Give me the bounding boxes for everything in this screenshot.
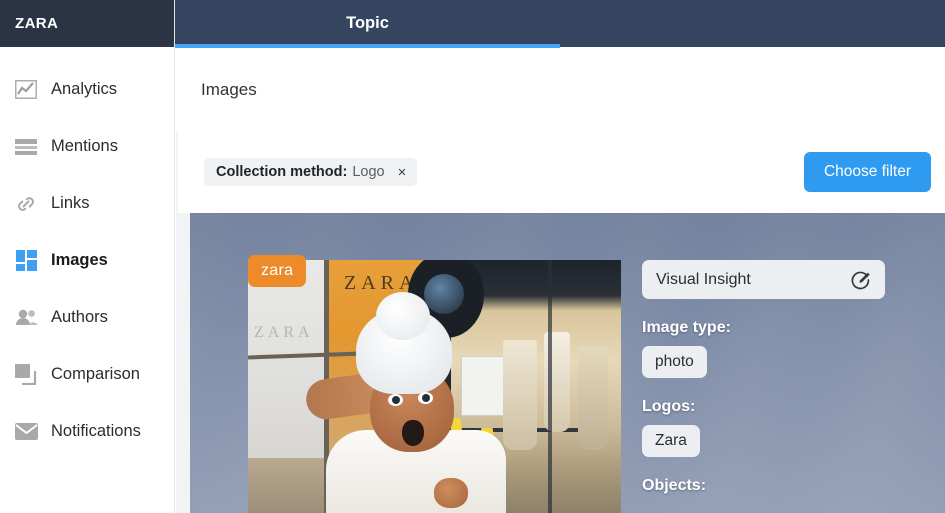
grid-tiles-icon [14,249,38,273]
visual-insight-panel: Visual Insight Image type: photo Logos: … [642,260,892,504]
sidebar-item-mentions[interactable]: Mentions [0,128,174,165]
choose-filter-button[interactable]: Choose filter [803,152,931,192]
insight-tag[interactable]: photo [642,346,707,378]
sidebar-item-notifications[interactable]: Notifications [0,413,174,450]
people-icon [14,306,38,330]
sidebar-item-label: Notifications [51,422,141,440]
filter-bar: Collection method: Logo × Choose filter [178,131,945,213]
filter-chip-value: Logo [352,164,385,180]
insight-field-objects: Objects: [642,477,892,495]
photo-scene: ZARA ZARA [248,260,621,513]
sidebar-item-links[interactable]: Links [0,185,174,222]
image-preview[interactable]: ZARA ZARA [248,260,621,513]
sidebar-item-analytics[interactable]: Analytics [0,71,174,108]
store-sign-board [461,356,505,416]
window-mullion [548,260,552,513]
hat-pompom [376,292,430,340]
filter-chip-key: Collection method: [216,164,348,180]
insight-field-label: Image type: [642,319,731,336]
insight-field-label: Logos: [642,398,696,415]
logo-detection-badge: zara [248,255,307,287]
visual-insight-title: Visual Insight [656,270,751,288]
sidebar-item-label: Analytics [51,80,118,98]
sidebar-item-label: Comparison [51,365,140,383]
tab-topic[interactable]: Topic [175,0,560,47]
list-lines-icon [14,135,38,159]
filter-chip-collection-method[interactable]: Collection method: Logo × [204,158,418,186]
insight-field-logos: Logos: Zara [642,398,892,457]
visual-insight-header[interactable]: Visual Insight [642,260,885,299]
person-mouth [402,420,424,446]
insight-tag[interactable]: Zara [642,425,700,457]
image-viewer[interactable]: ZARA ZARA zara Visual Insight Image type… [190,213,945,513]
page-header: Images [176,48,945,131]
sidebar-item-authors[interactable]: Authors [0,299,174,336]
link-chain-icon [14,192,38,216]
two-squares-icon [14,363,38,387]
app-root: ZARA Analytics Mentions Links Images Aut… [0,0,945,513]
garment [578,346,608,450]
sidebar-item-label: Images [51,251,108,269]
sidebar-nav: Analytics Mentions Links Images Authors … [0,47,174,450]
person-hand [434,478,468,508]
insight-field-label: Objects: [642,477,707,494]
storefront-etched-text: ZARA [254,324,314,341]
topbar: Topic [175,0,945,47]
envelope-icon [14,420,38,444]
insight-field-image-type: Image type: photo [642,319,892,378]
chart-line-icon [14,78,38,102]
garment [503,340,537,450]
tab-topic-label: Topic [346,14,389,32]
content-area: Collection method: Logo × Choose filter [176,131,945,513]
sidebar-item-label: Mentions [51,137,118,155]
sidebar-item-label: Authors [51,308,108,326]
edit-circle-icon[interactable] [851,270,871,290]
person-eye [388,394,403,406]
brand-label: ZARA [15,15,59,32]
sidebar-item-images[interactable]: Images [0,242,174,279]
sidebar: ZARA Analytics Mentions Links Images Aut… [0,0,175,513]
close-icon[interactable]: × [398,165,407,180]
sidebar-item-comparison[interactable]: Comparison [0,356,174,393]
person-eye [418,392,433,404]
sidebar-brand[interactable]: ZARA [0,0,174,47]
page-title: Images [201,79,257,99]
sidebar-item-label: Links [51,194,90,212]
